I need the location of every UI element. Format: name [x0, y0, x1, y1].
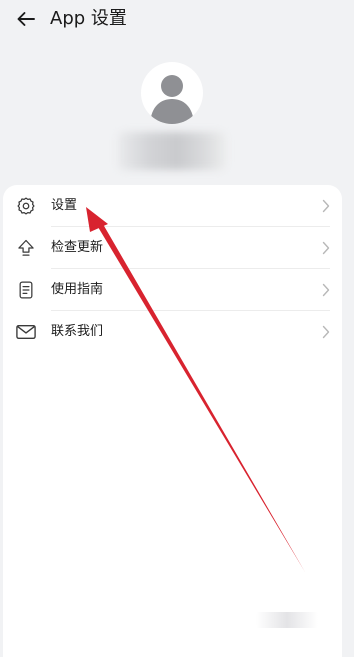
back-button[interactable]: [12, 7, 40, 31]
chevron-right-icon: [322, 199, 330, 213]
chevron-right-icon: [322, 325, 330, 339]
avatar[interactable]: [141, 62, 203, 124]
watermark: [256, 612, 318, 628]
chevron-right-icon: [322, 283, 330, 297]
mail-icon: [15, 321, 37, 343]
page-title: App 设置: [50, 8, 127, 29]
document-icon: [15, 279, 37, 301]
menu-item-label: 设置: [51, 198, 78, 213]
username-blurred: [118, 132, 226, 170]
menu-item-settings[interactable]: 设置: [3, 185, 342, 227]
menu-item-user-guide[interactable]: 使用指南: [3, 269, 342, 311]
top-app-bar: App 设置: [0, 0, 354, 40]
chevron-right-icon: [322, 241, 330, 255]
gear-icon: [15, 195, 37, 217]
default-user-avatar-icon: [150, 75, 194, 124]
menu-item-check-update[interactable]: 检查更新: [3, 227, 342, 269]
menu-card: 设置 检查更新 使用指南 联系我们: [3, 185, 342, 657]
menu-item-label: 使用指南: [51, 282, 104, 297]
menu-item-label: 检查更新: [51, 240, 104, 255]
menu-item-contact-us[interactable]: 联系我们: [3, 311, 342, 353]
upload-arrow-icon: [15, 237, 37, 259]
menu-item-label: 联系我们: [51, 324, 104, 339]
arrow-left-icon: [17, 12, 35, 26]
